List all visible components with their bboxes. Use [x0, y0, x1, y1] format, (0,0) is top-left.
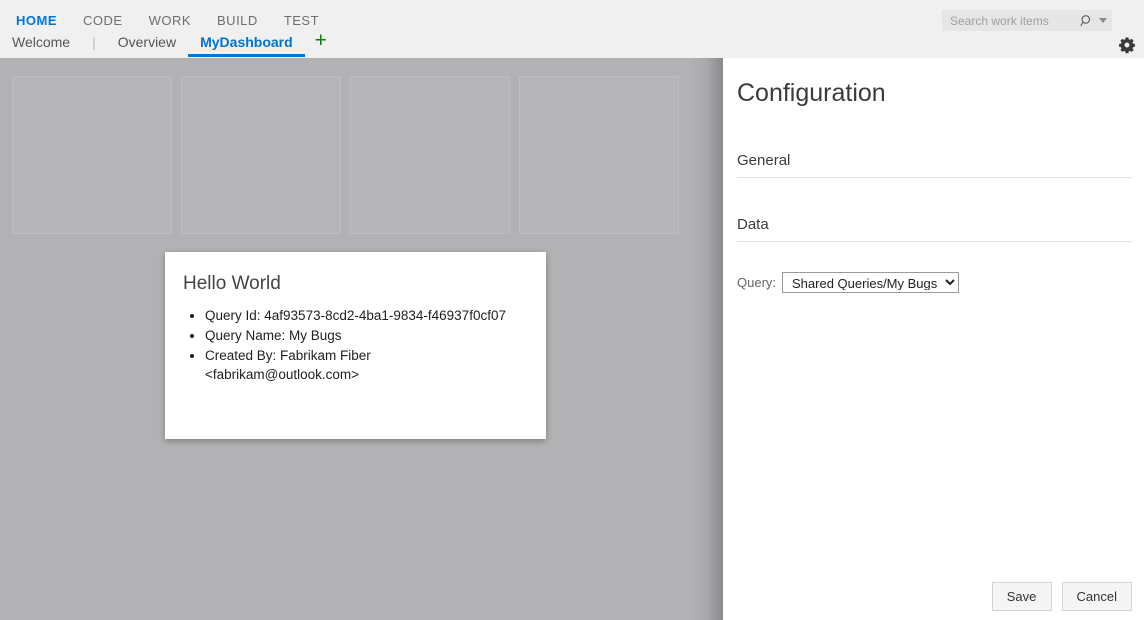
- search-chevron-down-icon[interactable]: [1099, 18, 1107, 23]
- query-select[interactable]: Shared Queries/My Bugs: [782, 272, 959, 293]
- dashboard-pivot-navigation: Welcome | Overview MyDashboard +: [0, 33, 337, 58]
- page-title: Configuration: [737, 58, 1132, 109]
- hub-item-home[interactable]: HOME: [8, 12, 70, 30]
- list-item: Created By: Fabrikam Fiber <fabrikam@out…: [205, 346, 528, 384]
- query-label: Query:: [737, 274, 776, 291]
- top-header: HOME CODE WORK BUILD TEST Welcome | Over…: [0, 0, 1144, 58]
- pivot-item-welcome[interactable]: Welcome: [0, 33, 82, 57]
- pivot-separator: |: [82, 33, 106, 51]
- app-root: HOME CODE WORK BUILD TEST Welcome | Over…: [0, 0, 1144, 620]
- gear-icon[interactable]: [1118, 36, 1136, 54]
- hello-world-widget[interactable]: Hello World Query Id: 4af93573-8cd2-4ba1…: [165, 252, 546, 439]
- widget-placeholder-row: [12, 76, 679, 234]
- widget-placeholder-4: [519, 76, 679, 234]
- search-input[interactable]: [950, 14, 1080, 28]
- config-action-buttons: Save Cancel: [992, 582, 1132, 611]
- search-icon[interactable]: [1080, 14, 1094, 28]
- widget-placeholder-3: [350, 76, 510, 234]
- hub-item-build[interactable]: BUILD: [204, 12, 271, 30]
- widget-title: Hello World: [183, 272, 528, 296]
- hub-navigation: HOME CODE WORK BUILD TEST: [8, 10, 332, 32]
- save-button[interactable]: Save: [992, 582, 1052, 611]
- section-header-data: Data: [737, 215, 1132, 242]
- cancel-button[interactable]: Cancel: [1062, 582, 1132, 611]
- config-sections: General Data Query: Shared Queries/My Bu…: [737, 151, 1132, 293]
- query-field-row: Query: Shared Queries/My Bugs: [737, 272, 1132, 293]
- configuration-panel: Configuration General Data Query: Shared…: [723, 58, 1144, 620]
- add-dashboard-icon[interactable]: +: [305, 33, 337, 49]
- widget-detail-list: Query Id: 4af93573-8cd2-4ba1-9834-f46937…: [183, 306, 528, 384]
- list-item: Query Name: My Bugs: [205, 326, 528, 345]
- pivot-item-overview[interactable]: Overview: [106, 33, 188, 57]
- search-box[interactable]: [942, 10, 1112, 31]
- dashboard-canvas-dimmed: Hello World Query Id: 4af93573-8cd2-4ba1…: [0, 58, 723, 620]
- hub-item-test[interactable]: TEST: [271, 12, 332, 30]
- section-header-general: General: [737, 151, 1132, 178]
- widget-placeholder-1: [12, 76, 172, 234]
- hub-item-code[interactable]: CODE: [70, 12, 136, 30]
- widget-placeholder-2: [181, 76, 341, 234]
- hub-item-work[interactable]: WORK: [136, 12, 204, 30]
- list-item: Query Id: 4af93573-8cd2-4ba1-9834-f46937…: [205, 306, 528, 325]
- pivot-item-mydashboard[interactable]: MyDashboard: [188, 33, 305, 57]
